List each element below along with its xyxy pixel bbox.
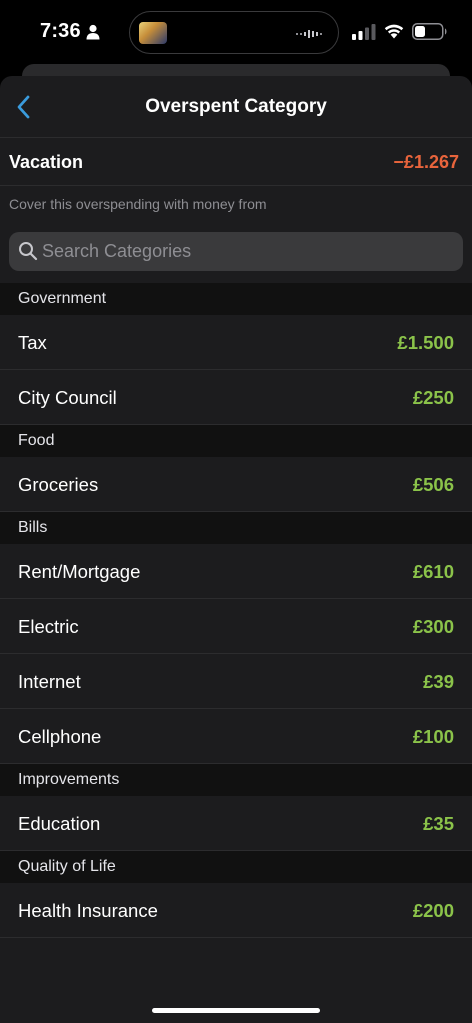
category-name: Groceries	[18, 474, 99, 495]
overspent-sheet: Overspent Category Vacation −£1.267 Cove…	[0, 76, 472, 1023]
status-time: 7:36	[40, 20, 81, 42]
cellular-signal-icon	[352, 24, 376, 40]
category-row[interactable]: Tax £1.500	[0, 315, 472, 370]
category-name: Tax	[18, 332, 47, 353]
category-name: Electric	[18, 616, 79, 637]
status-bar: 7:36	[0, 0, 472, 62]
search-input[interactable]	[42, 232, 442, 271]
category-available-amount: £200	[412, 900, 454, 921]
category-available-amount: £506	[412, 474, 454, 495]
home-indicator[interactable]	[152, 1008, 320, 1013]
category-row[interactable]: Cellphone £100	[0, 709, 472, 764]
overspent-category-name: Vacation	[9, 152, 84, 172]
category-available-amount: £250	[412, 387, 454, 408]
now-playing-artwork-icon	[139, 22, 167, 44]
category-row[interactable]: Health Insurance £200	[0, 883, 472, 938]
category-available-amount: £1.500	[397, 332, 454, 353]
category-row[interactable]: Rent/Mortgage £610	[0, 544, 472, 599]
battery-icon	[412, 23, 447, 40]
cover-instruction-text: Cover this overspending with money from	[9, 196, 267, 212]
category-list: Government Tax £1.500 City Council £250 Food G…	[0, 283, 472, 938]
group-header: Government	[0, 283, 472, 315]
group-header: Food	[0, 425, 472, 457]
overspent-amount: −£1.267	[393, 152, 459, 172]
category-available-amount: £300	[412, 616, 454, 637]
category-row[interactable]: Groceries £506	[0, 457, 472, 512]
dynamic-island[interactable]	[129, 11, 339, 54]
overspent-category-row: Vacation −£1.267	[0, 138, 472, 186]
category-name: Internet	[18, 671, 81, 692]
page-title: Overspent Category	[145, 96, 327, 117]
category-available-amount: £39	[423, 671, 454, 692]
category-row[interactable]: Internet £39	[0, 654, 472, 709]
category-available-amount: £35	[423, 813, 454, 834]
search-icon	[19, 242, 38, 261]
category-name: City Council	[18, 387, 117, 408]
group-header: Improvements	[0, 764, 472, 796]
group-header: Quality of Life	[0, 851, 472, 883]
category-name: Health Insurance	[18, 900, 158, 921]
audio-waveform-icon	[296, 30, 322, 38]
person-icon	[86, 24, 100, 40]
category-name: Rent/Mortgage	[18, 561, 141, 582]
category-name: Education	[18, 813, 101, 834]
category-available-amount: £610	[412, 561, 454, 582]
wifi-icon	[384, 24, 404, 39]
category-name: Cellphone	[18, 726, 102, 747]
category-row[interactable]: Electric £300	[0, 599, 472, 654]
group-header: Bills	[0, 512, 472, 544]
category-row[interactable]: City Council £250	[0, 370, 472, 425]
search-bar[interactable]	[9, 232, 463, 271]
navigation-bar: Overspent Category	[0, 76, 472, 138]
category-row[interactable]: Education £35	[0, 796, 472, 851]
category-available-amount: £100	[412, 726, 454, 747]
